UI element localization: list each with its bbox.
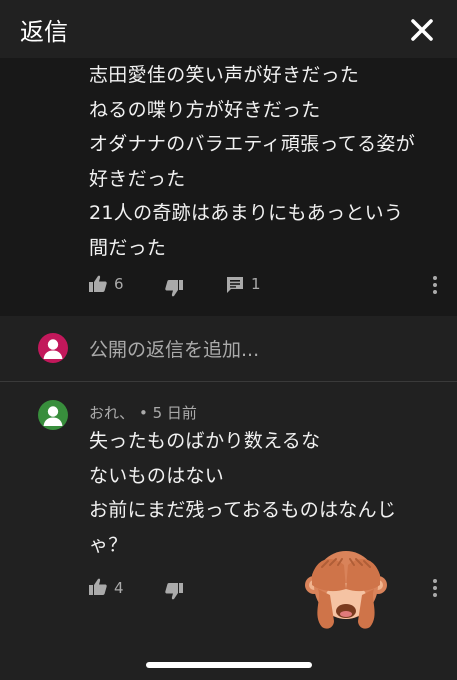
reply-text: 失ったものばかり数えるな ないものはない お前にまだ残っておるものはなんじ ゃ？ bbox=[89, 424, 396, 562]
reply-count: 1 bbox=[251, 275, 261, 293]
more-vert-icon[interactable] bbox=[431, 275, 439, 295]
reply-time: 5 日前 bbox=[152, 404, 197, 422]
avatar[interactable] bbox=[38, 400, 68, 430]
see-no-evil-monkey-emoji bbox=[305, 551, 387, 629]
comment-line: 21人の奇跡はあまりにもあっという bbox=[89, 202, 404, 224]
user-silhouette-icon bbox=[43, 339, 63, 359]
divider bbox=[0, 381, 457, 382]
user-silhouette-icon bbox=[43, 406, 63, 426]
comment-line: ないものはない bbox=[89, 464, 225, 487]
thumbs-down-icon[interactable] bbox=[164, 581, 184, 601]
thumbs-down-icon[interactable] bbox=[164, 278, 184, 298]
comment-line: お前にまだ残っておるものはなんじ bbox=[89, 499, 397, 521]
reply-meta: おれ、 • 5 日前 bbox=[89, 402, 197, 423]
parent-action-row: 6 1 bbox=[0, 273, 457, 299]
comment-line: 好きだった bbox=[89, 167, 186, 190]
comment-icon[interactable] bbox=[225, 275, 245, 295]
parent-comment-text: 志田愛佳の笑い声が好きだった ねるの喋り方が好きだった オダナナのバラエティ頑張… bbox=[89, 58, 415, 265]
meta-separator: • bbox=[138, 404, 153, 422]
like-count: 6 bbox=[114, 275, 124, 293]
thumbs-up-icon[interactable] bbox=[88, 274, 108, 294]
reply-author[interactable]: おれ、 bbox=[89, 404, 134, 422]
add-reply-input[interactable]: 公開の返信を追加... bbox=[89, 335, 259, 362]
avatar bbox=[38, 333, 68, 363]
home-indicator[interactable] bbox=[146, 662, 312, 668]
comment-line: 失ったものばかり数えるな bbox=[89, 430, 321, 452]
comment-line: 間だった bbox=[89, 236, 167, 259]
page-title: 返信 bbox=[20, 18, 68, 46]
close-icon[interactable] bbox=[409, 17, 435, 43]
more-vert-icon[interactable] bbox=[431, 578, 439, 598]
parent-comment: 志田愛佳の笑い声が好きだった ねるの喋り方が好きだった オダナナのバラエティ頑張… bbox=[0, 58, 457, 316]
comment-line: ねるの喋り方が好きだった bbox=[89, 98, 321, 121]
comment-line: 志田愛佳の笑い声が好きだった bbox=[89, 64, 360, 86]
reply-action-row: 4 bbox=[0, 576, 457, 602]
comment-line: オダナナのバラエティ頑張ってる姿が bbox=[89, 133, 416, 155]
thumbs-up-icon[interactable] bbox=[88, 577, 108, 597]
like-count: 4 bbox=[114, 579, 124, 597]
header: 返信 bbox=[0, 0, 457, 58]
